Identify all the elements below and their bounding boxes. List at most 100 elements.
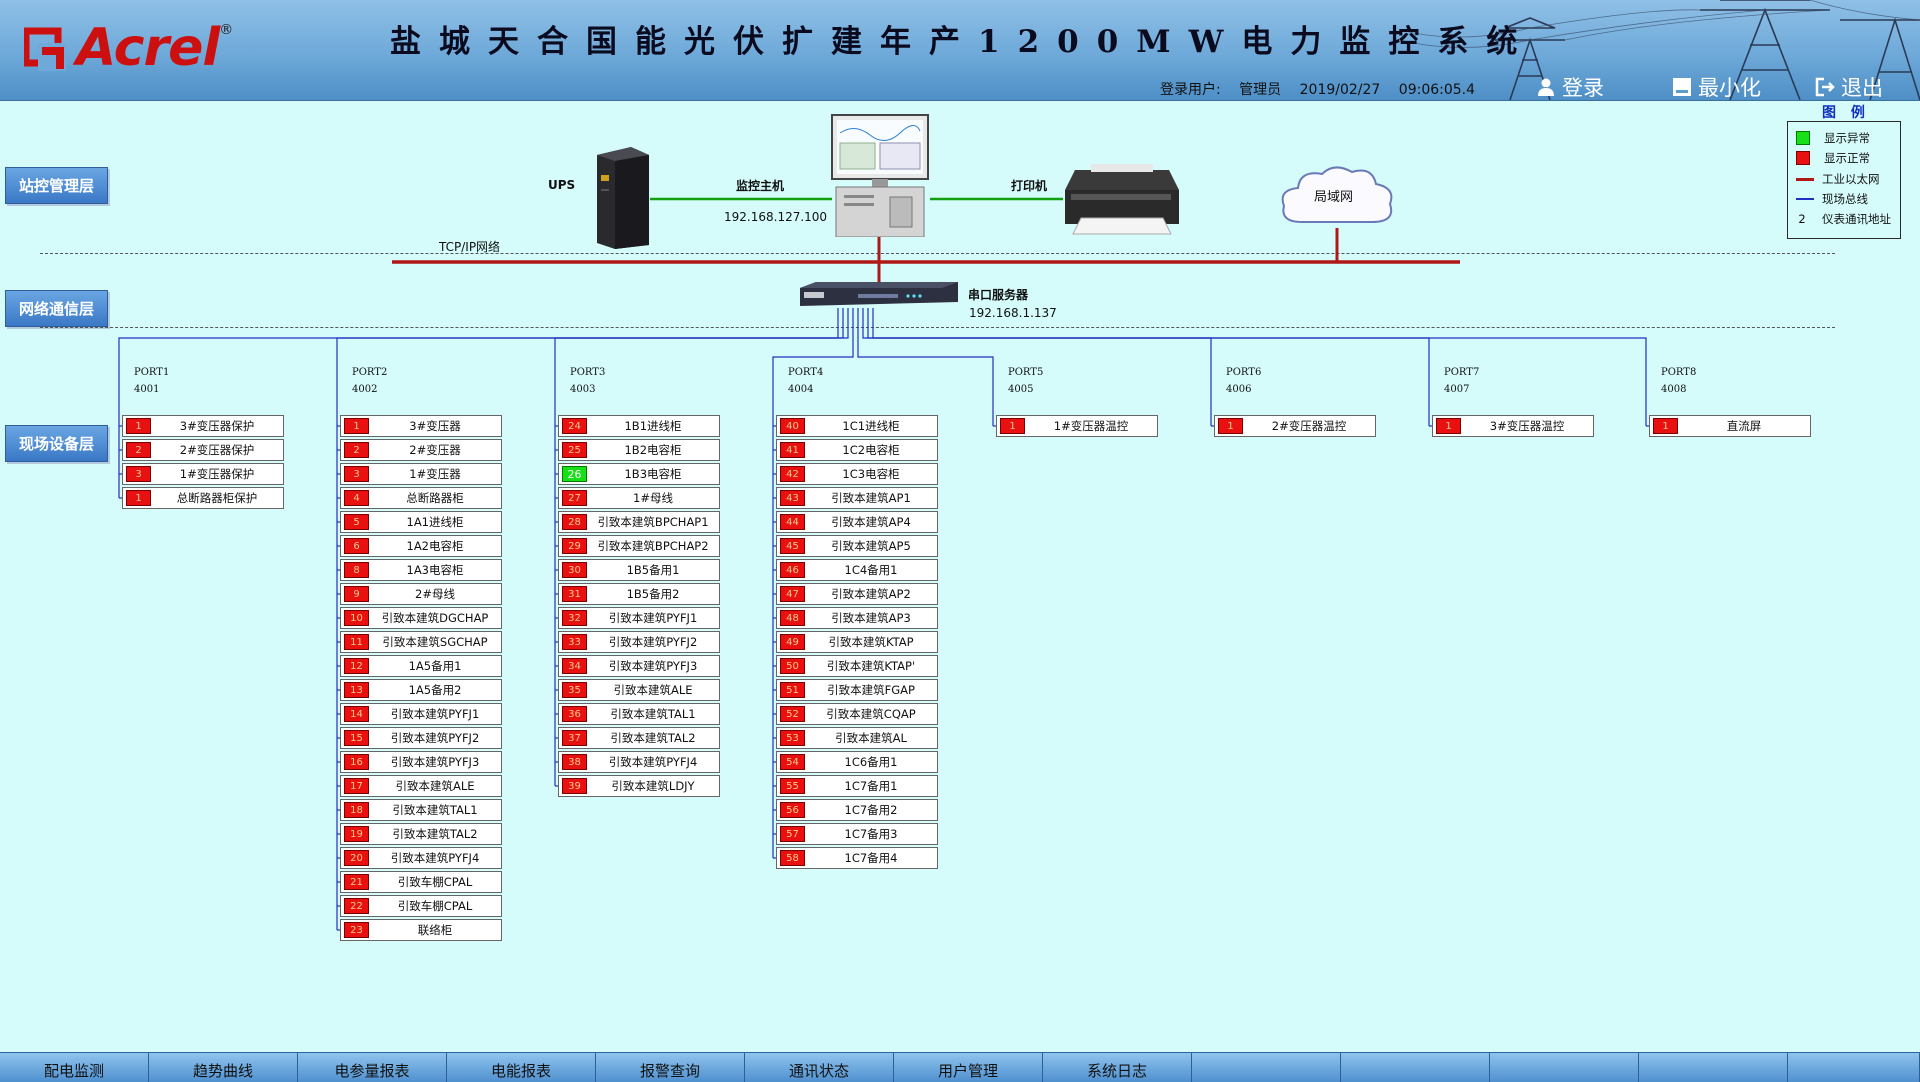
device-row[interactable]: 37 引致本建筑TAL2 (558, 727, 720, 749)
device-row[interactable]: 18 引致本建筑TAL1 (340, 799, 502, 821)
device-row[interactable]: 33 引致本建筑PYFJ2 (558, 631, 720, 653)
device-row[interactable]: 10 引致本建筑DGCHAP (340, 607, 502, 629)
device-row[interactable]: 14 引致本建筑PYFJ1 (340, 703, 502, 725)
device-row[interactable]: 31 1B5备用2 (558, 583, 720, 605)
device-row[interactable]: 16 引致本建筑PYFJ3 (340, 751, 502, 773)
device-row[interactable]: 4 总断路器柜 (340, 487, 502, 509)
device-row[interactable]: 2 2#变压器 (340, 439, 502, 461)
device-row[interactable]: 39 引致本建筑LDJY (558, 775, 720, 797)
device-row[interactable]: 28 引致本建筑BPCHAP1 (558, 511, 720, 533)
nav-tab[interactable]: 系统日志 (1043, 1053, 1192, 1082)
device-row[interactable]: 30 1B5备用1 (558, 559, 720, 581)
nav-tab-empty[interactable] (1788, 1053, 1920, 1082)
device-row[interactable]: 35 引致本建筑ALE (558, 679, 720, 701)
device-row[interactable]: 41 1C2电容柜 (776, 439, 938, 461)
device-row[interactable]: 27 1#母线 (558, 487, 720, 509)
device-row[interactable]: 5 1A1进线柜 (340, 511, 502, 533)
device-row[interactable]: 3 1#变压器 (340, 463, 502, 485)
nav-tab-empty[interactable] (1192, 1053, 1341, 1082)
device-row[interactable]: 6 1A2电容柜 (340, 535, 502, 557)
nav-tab[interactable]: 配电监测 (0, 1053, 149, 1082)
device-row[interactable]: 15 引致本建筑PYFJ2 (340, 727, 502, 749)
device-name: 引致本建筑PYFJ4 (608, 755, 698, 769)
device-row[interactable]: 8 1A3电容柜 (340, 559, 502, 581)
status-fault-indicator: 46 (780, 562, 805, 578)
device-row[interactable]: 9 2#母线 (340, 583, 502, 605)
device-row[interactable]: 29 引致本建筑BPCHAP2 (558, 535, 720, 557)
device-row[interactable]: 54 1C6备用1 (776, 751, 938, 773)
serial-server-device[interactable] (798, 282, 960, 312)
device-row[interactable]: 51 引致本建筑FGAP (776, 679, 938, 701)
device-row[interactable]: 26 1B3电容柜 (558, 463, 720, 485)
device-row[interactable]: 2 2#变压器保护 (122, 439, 284, 461)
device-row[interactable]: 48 引致本建筑AP3 (776, 607, 938, 629)
device-name: 1C6备用1 (844, 755, 898, 769)
device-row[interactable]: 21 引致车棚CPAL (340, 871, 502, 893)
device-row[interactable]: 44 引致本建筑AP4 (776, 511, 938, 533)
device-row[interactable]: 13 1A5备用2 (340, 679, 502, 701)
device-row[interactable]: 24 1B1进线柜 (558, 415, 720, 437)
device-row[interactable]: 1 2#变压器温控 (1214, 415, 1376, 437)
nav-tab[interactable]: 通讯状态 (745, 1053, 894, 1082)
device-row[interactable]: 34 引致本建筑PYFJ3 (558, 655, 720, 677)
nav-tab[interactable]: 趋势曲线 (149, 1053, 298, 1082)
device-row[interactable]: 1 总断路器柜保护 (122, 487, 284, 509)
device-row[interactable]: 36 引致本建筑TAL1 (558, 703, 720, 725)
device-name: 引致本建筑PYFJ2 (390, 731, 480, 745)
nav-tab-empty[interactable] (1639, 1053, 1788, 1082)
device-row[interactable]: 3 1#变压器保护 (122, 463, 284, 485)
device-row[interactable]: 11 引致本建筑SGCHAP (340, 631, 502, 653)
device-row[interactable]: 1 3#变压器温控 (1432, 415, 1594, 437)
device-row[interactable]: 1 1#变压器温控 (996, 415, 1158, 437)
status-fault-indicator: 43 (780, 490, 805, 506)
status-fault-indicator: 9 (344, 586, 369, 602)
device-row[interactable]: 1 3#变压器 (340, 415, 502, 437)
device-name: 1A5备用2 (408, 683, 462, 697)
nav-tab[interactable]: 电能报表 (447, 1053, 596, 1082)
device-row[interactable]: 38 引致本建筑PYFJ4 (558, 751, 720, 773)
device-row[interactable]: 46 1C4备用1 (776, 559, 938, 581)
device-row[interactable]: 23 联络柜 (340, 919, 502, 941)
device-name: 引致本建筑AP3 (831, 611, 911, 625)
status-fault-indicator: 41 (780, 442, 805, 458)
device-row[interactable]: 55 1C7备用1 (776, 775, 938, 797)
device-row[interactable]: 57 1C7备用3 (776, 823, 938, 845)
device-row[interactable]: 58 1C7备用4 (776, 847, 938, 869)
device-row[interactable]: 19 引致本建筑TAL2 (340, 823, 502, 845)
device-row[interactable]: 1 3#变压器保护 (122, 415, 284, 437)
device-row[interactable]: 42 1C3电容柜 (776, 463, 938, 485)
device-name: 引致本建筑TAL2 (610, 731, 696, 745)
status-fault-indicator: 1 (126, 418, 151, 434)
device-row[interactable]: 50 引致本建筑KTAP' (776, 655, 938, 677)
device-name: 3#变压器 (409, 419, 461, 433)
device-row[interactable]: 17 引致本建筑ALE (340, 775, 502, 797)
status-fault-indicator: 53 (780, 730, 805, 746)
device-row[interactable]: 49 引致本建筑KTAP (776, 631, 938, 653)
nav-tab[interactable]: 用户管理 (894, 1053, 1043, 1082)
device-name: 引致本建筑PYFJ4 (390, 851, 480, 865)
ups-device[interactable] (587, 145, 651, 253)
device-row[interactable]: 56 1C7备用2 (776, 799, 938, 821)
device-row[interactable]: 12 1A5备用1 (340, 655, 502, 677)
device-row[interactable]: 52 引致本建筑CQAP (776, 703, 938, 725)
device-row[interactable]: 1 直流屏 (1649, 415, 1811, 437)
printer-device[interactable] (1061, 162, 1183, 240)
device-row[interactable]: 22 引致车棚CPAL (340, 895, 502, 917)
device-row[interactable]: 53 引致本建筑AL (776, 727, 938, 749)
device-row[interactable]: 47 引致本建筑AP2 (776, 583, 938, 605)
monitoring-host-computer[interactable] (830, 113, 930, 241)
status-fault-indicator: 44 (780, 514, 805, 530)
status-fault-indicator: 22 (344, 898, 369, 914)
nav-tab[interactable]: 报警查询 (596, 1053, 745, 1082)
nav-tab[interactable]: 电参量报表 (298, 1053, 447, 1082)
device-row[interactable]: 25 1B2电容柜 (558, 439, 720, 461)
device-row[interactable]: 45 引致本建筑AP5 (776, 535, 938, 557)
nav-tab-empty[interactable] (1341, 1053, 1490, 1082)
device-row[interactable]: 32 引致本建筑PYFJ1 (558, 607, 720, 629)
device-row[interactable]: 40 1C1进线柜 (776, 415, 938, 437)
network-lines (118, 197, 1649, 931)
device-row[interactable]: 43 引致本建筑AP1 (776, 487, 938, 509)
nav-tab-empty[interactable] (1490, 1053, 1639, 1082)
device-row[interactable]: 20 引致本建筑PYFJ4 (340, 847, 502, 869)
device-name: 1B2电容柜 (624, 443, 682, 457)
